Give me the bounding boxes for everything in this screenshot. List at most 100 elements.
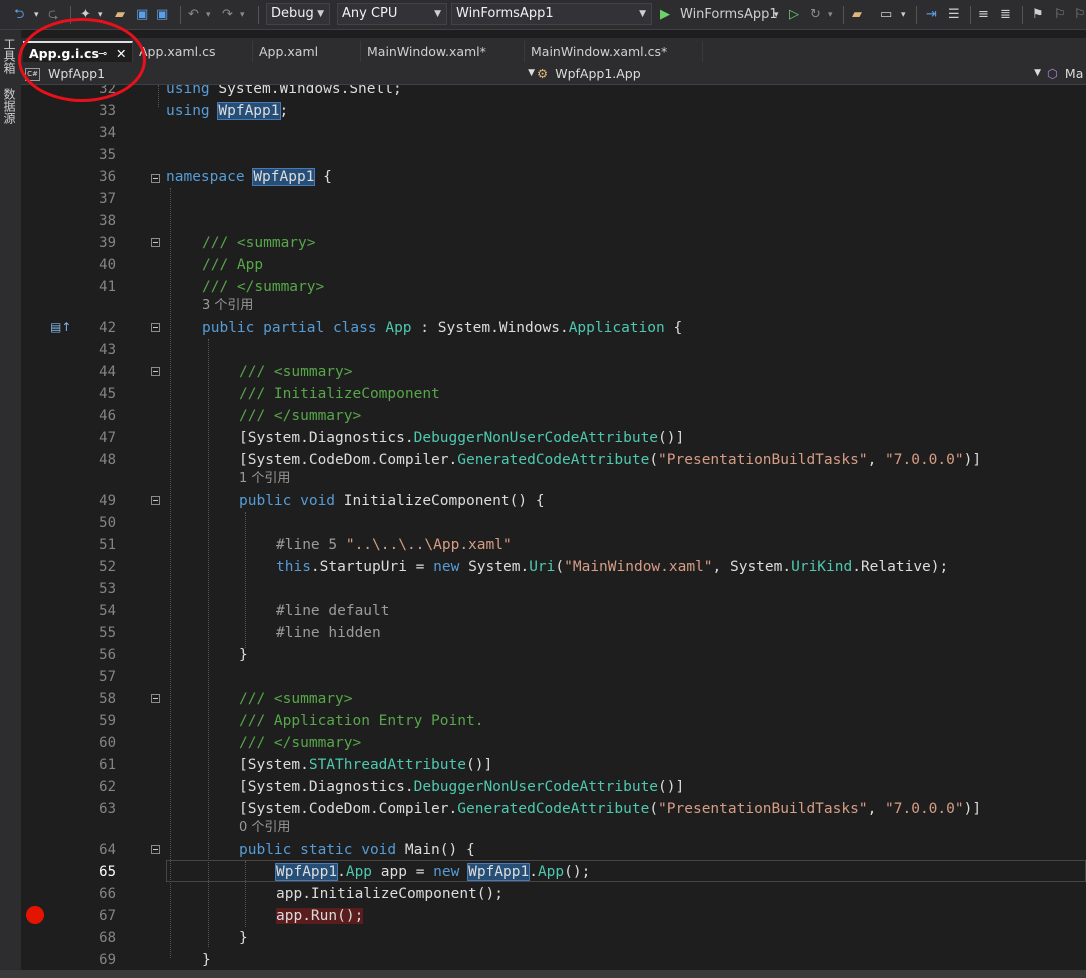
line-number: 41: [99, 279, 116, 295]
fold-toggle[interactable]: [151, 367, 160, 376]
line-number: 51: [99, 537, 116, 553]
line-number: 40: [99, 257, 116, 273]
code-line: }: [239, 647, 248, 663]
platform-select[interactable]: Any CPU ▼: [337, 3, 447, 25]
fold-toggle[interactable]: [151, 694, 160, 703]
type-nav-select[interactable]: ⚙ WpfApp1.App ▼: [537, 64, 1041, 83]
member-nav-select[interactable]: ⬡ Ma: [1047, 64, 1086, 83]
fold-toggle[interactable]: [151, 496, 160, 505]
line-number: 52: [99, 559, 116, 575]
browse-icon[interactable]: ▰: [852, 6, 862, 24]
code-editor[interactable]: 32 33 34 35 36 37 38 39 40 41 42 43 44 4…: [0, 85, 1086, 968]
line-number: 56: [99, 647, 116, 663]
override-marker-icon[interactable]: ▤↑: [50, 320, 71, 334]
class-icon: ⚙: [537, 66, 549, 81]
status-bar: [0, 970, 1086, 978]
code-line: /// <summary>: [202, 235, 316, 251]
type-nav-value: WpfApp1.App: [555, 66, 641, 81]
line-number: 55: [99, 625, 116, 641]
code-line: public partial class App : System.Window…: [202, 320, 683, 336]
platform-value: Any CPU: [342, 6, 398, 21]
chevron-down-icon: ▼: [434, 9, 441, 19]
hot-reload-dropdown-icon[interactable]: ▾: [828, 6, 833, 24]
code-line: /// </summary>: [239, 408, 362, 424]
codelens-references[interactable]: 0 个引用: [239, 820, 290, 836]
line-number: 58: [99, 691, 116, 707]
line-number: 59: [99, 713, 116, 729]
thread-icon[interactable]: ☰: [948, 6, 960, 24]
code-line: }: [202, 952, 211, 968]
chevron-down-icon: ▼: [317, 9, 324, 19]
code-line: /// Application Entry Point.: [239, 713, 484, 729]
line-number: 54: [99, 603, 116, 619]
code-line: /// </summary>: [239, 735, 362, 751]
undo-icon[interactable]: ↶: [188, 6, 199, 24]
step-icon[interactable]: ⇥: [926, 6, 937, 24]
line-number: 38: [99, 213, 116, 229]
code-line: this.StartupUri = new System.Uri("MainWi…: [276, 559, 949, 575]
code-line: using System.Windows.Shell;: [166, 85, 402, 97]
configuration-select[interactable]: Debug ▼: [266, 3, 330, 25]
undo-dropdown-icon[interactable]: ▾: [206, 6, 211, 24]
line-number: 68: [99, 930, 116, 946]
code-line: /// <summary>: [239, 364, 353, 380]
codelens-references[interactable]: 1 个引用: [239, 471, 290, 487]
line-number: 37: [99, 191, 116, 207]
next-bookmark-icon[interactable]: ⚐: [1074, 6, 1086, 24]
toolbox-tab[interactable]: 工具箱: [2, 38, 18, 74]
uncomment-icon[interactable]: ≣: [1000, 6, 1011, 24]
startup-project-select[interactable]: WinFormsApp1 ▼: [451, 3, 652, 25]
redo-dropdown-icon[interactable]: ▾: [240, 6, 245, 24]
code-line: namespace WpfApp1 {: [166, 168, 332, 186]
line-number: 43: [99, 342, 116, 358]
layout-dropdown-icon[interactable]: ▾: [901, 6, 906, 24]
red-annotation-circle: [18, 18, 146, 102]
codelens-references[interactable]: 3 个引用: [202, 298, 253, 314]
code-line: public static void Main() {: [239, 842, 475, 858]
line-number: 35: [99, 147, 116, 163]
line-number: 48: [99, 452, 116, 468]
tab-label: MainWindow.xaml*: [367, 44, 486, 59]
fold-toggle[interactable]: [151, 238, 160, 247]
line-number: 49: [99, 493, 116, 509]
start-icon[interactable]: ▶: [660, 6, 670, 24]
back-icon[interactable]: ⮌: [14, 6, 24, 24]
line-number: 50: [99, 515, 116, 531]
code-line: [System.CodeDom.Compiler.GeneratedCodeAt…: [239, 801, 982, 817]
tab-app-xaml[interactable]: App.xaml: [253, 41, 361, 62]
code-line: using WpfApp1;: [166, 102, 289, 120]
code-line: #line 5 "..\..\..\App.xaml": [276, 537, 512, 553]
save-icon[interactable]: ▣: [136, 6, 148, 24]
fold-toggle[interactable]: [151, 845, 160, 854]
startup-project-value: WinFormsApp1: [456, 6, 554, 21]
document-tab-bar: App.g.i.cs ⊸ ✕ App.xaml.cs App.xaml Main…: [21, 38, 1086, 62]
member-icon: ⬡: [1047, 66, 1058, 81]
line-number: 66: [99, 886, 116, 902]
line-number: 45: [99, 386, 116, 402]
code-line: /// InitializeComponent: [239, 386, 440, 402]
breakpoint-icon[interactable]: [26, 906, 44, 924]
start-without-debugging-icon[interactable]: ▷: [789, 6, 799, 24]
save-all-icon[interactable]: ▣: [156, 6, 168, 24]
layout-icon[interactable]: ▭: [880, 6, 892, 24]
fold-toggle[interactable]: [151, 174, 160, 183]
start-dropdown-icon[interactable]: ▾: [774, 6, 779, 24]
prev-bookmark-icon[interactable]: ⚐: [1054, 6, 1066, 24]
back-dropdown-icon[interactable]: ▾: [34, 6, 39, 24]
bookmark-icon[interactable]: ⚑: [1032, 6, 1044, 24]
current-line-highlight: [166, 860, 1086, 882]
line-number: 61: [99, 757, 116, 773]
start-target-label[interactable]: WinFormsApp1: [680, 6, 778, 24]
comment-icon[interactable]: ≡: [978, 6, 989, 24]
code-line: [System.Diagnostics.DebuggerNonUserCodeA…: [239, 779, 685, 795]
code-line-breakpoint: app.Run();: [276, 908, 364, 924]
tab-mainwindow-xaml[interactable]: MainWindow.xaml*: [361, 41, 525, 62]
open-folder-icon[interactable]: ▰: [115, 6, 125, 24]
tab-app-xaml-cs[interactable]: App.xaml.cs: [133, 41, 253, 62]
fold-toggle[interactable]: [151, 323, 160, 332]
tab-label: App.xaml: [259, 44, 319, 59]
hot-reload-icon[interactable]: ↻: [810, 6, 821, 24]
tab-mainwindow-xaml-cs[interactable]: MainWindow.xaml.cs*: [525, 41, 703, 62]
line-number: 53: [99, 581, 116, 597]
redo-icon[interactable]: ↷: [222, 6, 233, 24]
